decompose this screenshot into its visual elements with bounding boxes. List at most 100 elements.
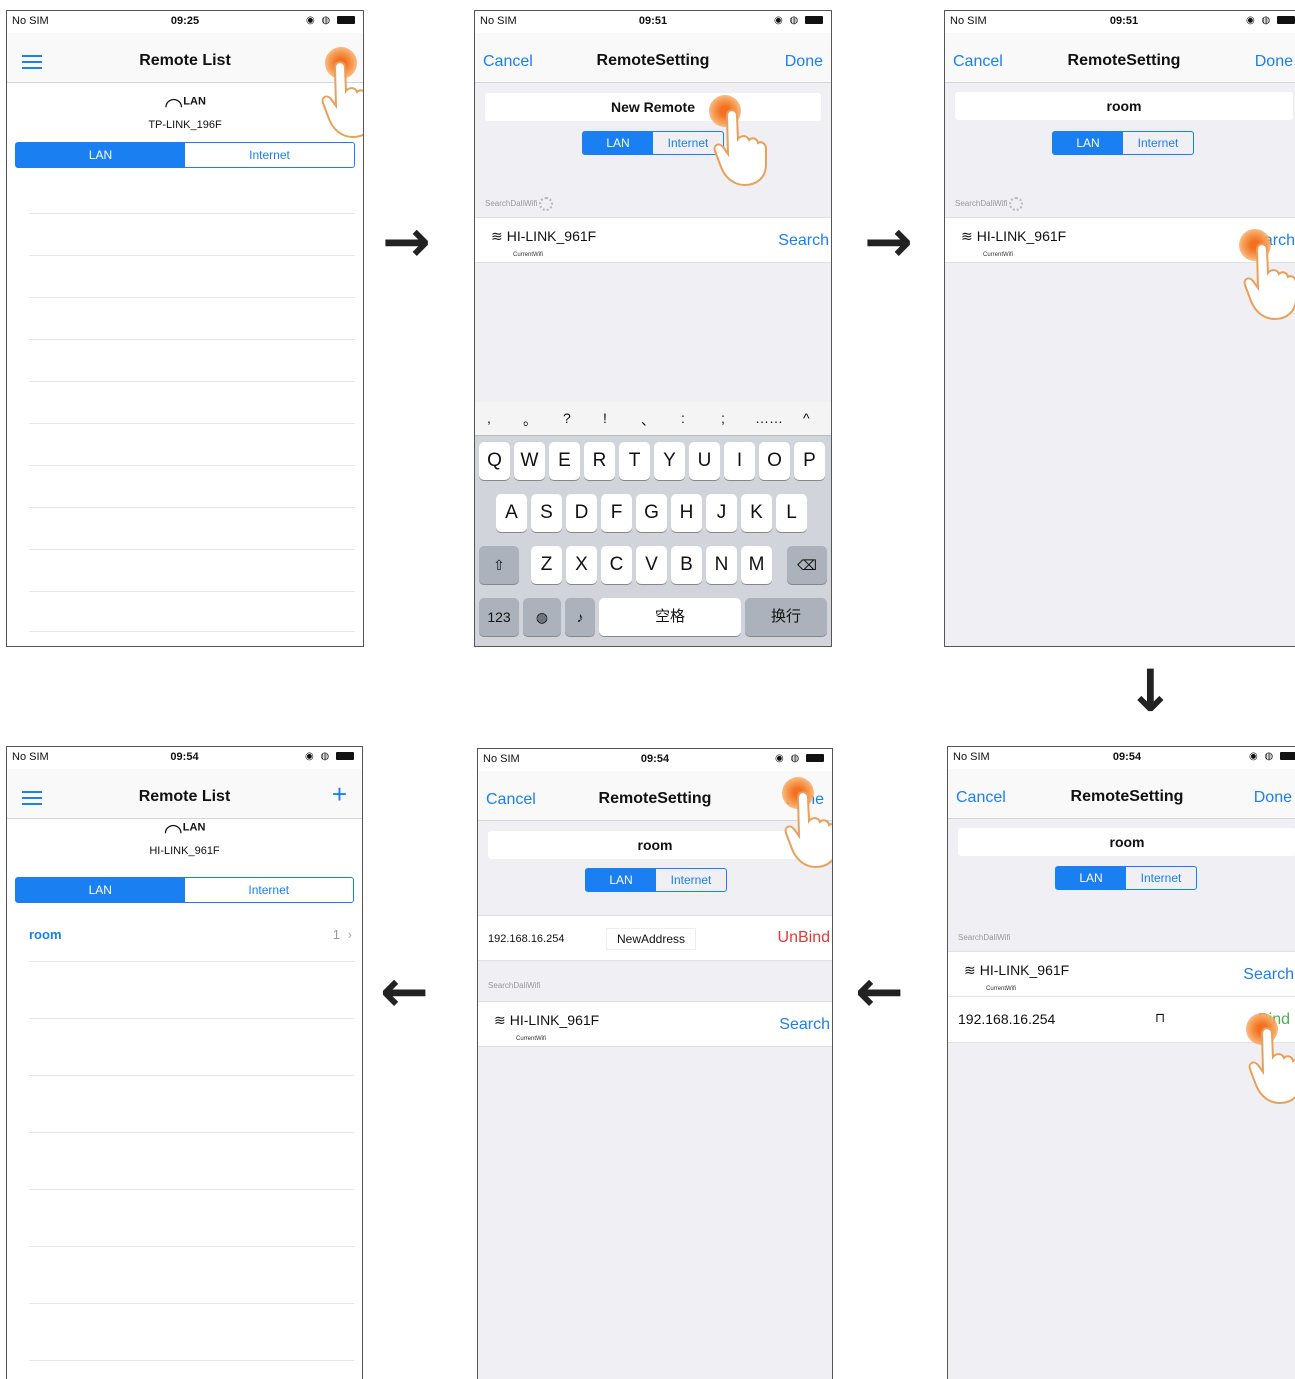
space-key[interactable]: 空格 — [599, 598, 741, 636]
pointing-hand-icon — [1243, 243, 1295, 321]
search-button[interactable]: Search — [778, 232, 829, 250]
wifi-ssid: TP-LINK_196F — [148, 119, 222, 131]
network-segmented-control: LAN Internet — [585, 868, 727, 892]
key-e[interactable]: E — [549, 442, 580, 480]
key-h[interactable]: H — [671, 494, 702, 532]
current-wifi-label: CurrentWifi — [986, 986, 1017, 992]
divider — [29, 1360, 354, 1361]
screen-remote-list-2: No SIM 09:54 ◉ ◍ Remote List + ◠LAN HI-L… — [6, 746, 363, 1379]
loading-spinner-icon — [539, 197, 554, 211]
tab-lan[interactable]: LAN — [16, 878, 185, 902]
key-r[interactable]: R — [584, 442, 615, 480]
key-v[interactable]: V — [636, 546, 667, 584]
status-bar: No SIM 09:25 ◉ ◍ — [7, 11, 363, 33]
key-j[interactable]: J — [706, 494, 737, 532]
key-c[interactable]: C — [601, 546, 632, 584]
tab-internet[interactable]: Internet — [656, 869, 726, 891]
tab-internet[interactable]: Internet — [185, 878, 354, 902]
pointing-hand-icon — [784, 791, 832, 869]
page-title: Remote List — [138, 788, 231, 805]
key-k[interactable]: K — [741, 494, 772, 532]
remote-name-field[interactable]: room — [488, 831, 822, 859]
numbers-key[interactable]: 123 — [479, 598, 519, 636]
key-p[interactable]: P — [794, 442, 825, 480]
tab-lan[interactable]: LAN — [586, 869, 656, 891]
key-y[interactable]: Y — [654, 442, 685, 480]
key-a[interactable]: A — [496, 494, 527, 532]
remote-name-field[interactable]: room — [958, 828, 1295, 856]
symbol-key[interactable]: ; — [721, 410, 725, 426]
symbol-key[interactable]: 。 — [523, 410, 537, 430]
return-key[interactable]: 换行 — [745, 598, 827, 636]
symbol-key[interactable]: …… — [755, 410, 783, 426]
collapse-chevron-icon[interactable]: ^ — [803, 410, 810, 426]
wifi-row: ≋HI-LINK_961F CurrentWifi Search — [475, 217, 831, 263]
section-header: SearchDaliWifi — [488, 981, 541, 990]
backspace-icon[interactable]: ⌫ — [787, 546, 827, 584]
key-u[interactable]: U — [689, 442, 720, 480]
tab-lan[interactable]: LAN — [1056, 867, 1126, 889]
battery-icon: ◉ ◍ — [306, 15, 355, 26]
key-g[interactable]: G — [636, 494, 667, 532]
tab-internet[interactable]: Internet — [185, 143, 354, 167]
divider — [29, 1018, 354, 1019]
remote-name: room — [29, 927, 62, 942]
key-f[interactable]: F — [601, 494, 632, 532]
pointing-hand-icon — [713, 109, 767, 187]
key-t[interactable]: T — [619, 442, 650, 480]
divider — [29, 339, 355, 340]
device-address-field[interactable]: NewAddress — [606, 928, 697, 950]
wifi-icon: ≋ — [961, 228, 973, 244]
key-l[interactable]: L — [776, 494, 807, 532]
done-button[interactable]: Done — [1254, 789, 1292, 807]
key-o[interactable]: O — [759, 442, 790, 480]
key-x[interactable]: X — [566, 546, 597, 584]
tab-internet[interactable]: Internet — [1123, 132, 1193, 154]
pointing-hand-icon — [1248, 1027, 1295, 1105]
screen-remote-setting-new: No SIM 09:51 ◉ ◍ Cancel RemoteSetting Do… — [474, 10, 832, 647]
symbol-key[interactable]: : — [681, 410, 685, 426]
key-m[interactable]: M — [741, 546, 772, 584]
divider — [29, 1246, 354, 1247]
battery-icon: ◉ ◍ — [1246, 15, 1295, 26]
key-n[interactable]: N — [706, 546, 737, 584]
wifi-icon: ◠LAN — [163, 819, 206, 844]
search-button[interactable]: Search — [1243, 966, 1294, 984]
remote-list-item[interactable]: room 1 › — [29, 927, 354, 942]
bound-device-row: 192.168.16.254 NewAddress UnBind — [478, 915, 832, 961]
symbol-key[interactable]: 、 — [641, 410, 655, 430]
divider — [29, 381, 355, 382]
add-remote-button[interactable]: + — [332, 781, 347, 807]
remote-name-field[interactable]: room — [955, 92, 1293, 120]
globe-icon[interactable]: ◍ — [523, 598, 561, 636]
tab-internet[interactable]: Internet — [1126, 867, 1196, 889]
key-z[interactable]: Z — [531, 546, 562, 584]
current-wifi-header: ◠LAN TP-LINK_196F — [7, 95, 363, 132]
navigation-bar: Cancel RemoteSetting Done — [948, 769, 1295, 819]
key-i[interactable]: I — [724, 442, 755, 480]
microphone-icon[interactable]: ♪ — [565, 598, 595, 636]
shift-icon[interactable]: ⇧ — [479, 546, 519, 584]
unbind-button[interactable]: UnBind — [778, 929, 830, 947]
key-w[interactable]: W — [514, 442, 545, 480]
screen-remote-setting-bound: No SIM 09:54 ◉ ◍ Cancel RemoteSetting Do… — [477, 748, 833, 1379]
done-button[interactable]: Done — [1255, 53, 1293, 71]
tab-lan[interactable]: LAN — [16, 143, 185, 167]
screen-remote-setting-bind: No SIM 09:54 ◉ ◍ Cancel RemoteSetting Do… — [947, 746, 1295, 1379]
key-d[interactable]: D — [566, 494, 597, 532]
divider — [29, 213, 355, 214]
tab-lan[interactable]: LAN — [1053, 132, 1123, 154]
status-bar: No SIM 09:54 ◉ ◍ — [948, 747, 1295, 769]
key-q[interactable]: Q — [479, 442, 510, 480]
symbol-key[interactable]: , — [487, 410, 491, 426]
symbol-key[interactable]: ! — [603, 410, 607, 426]
tab-lan[interactable]: LAN — [583, 132, 653, 154]
divider — [29, 1075, 354, 1076]
symbol-key[interactable]: ? — [563, 410, 571, 426]
done-button[interactable]: Done — [785, 53, 823, 71]
settings-background — [948, 819, 1295, 1379]
key-s[interactable]: S — [531, 494, 562, 532]
key-b[interactable]: B — [671, 546, 702, 584]
wifi-icon: ≋ — [491, 228, 503, 244]
search-button[interactable]: Search — [779, 1016, 830, 1034]
